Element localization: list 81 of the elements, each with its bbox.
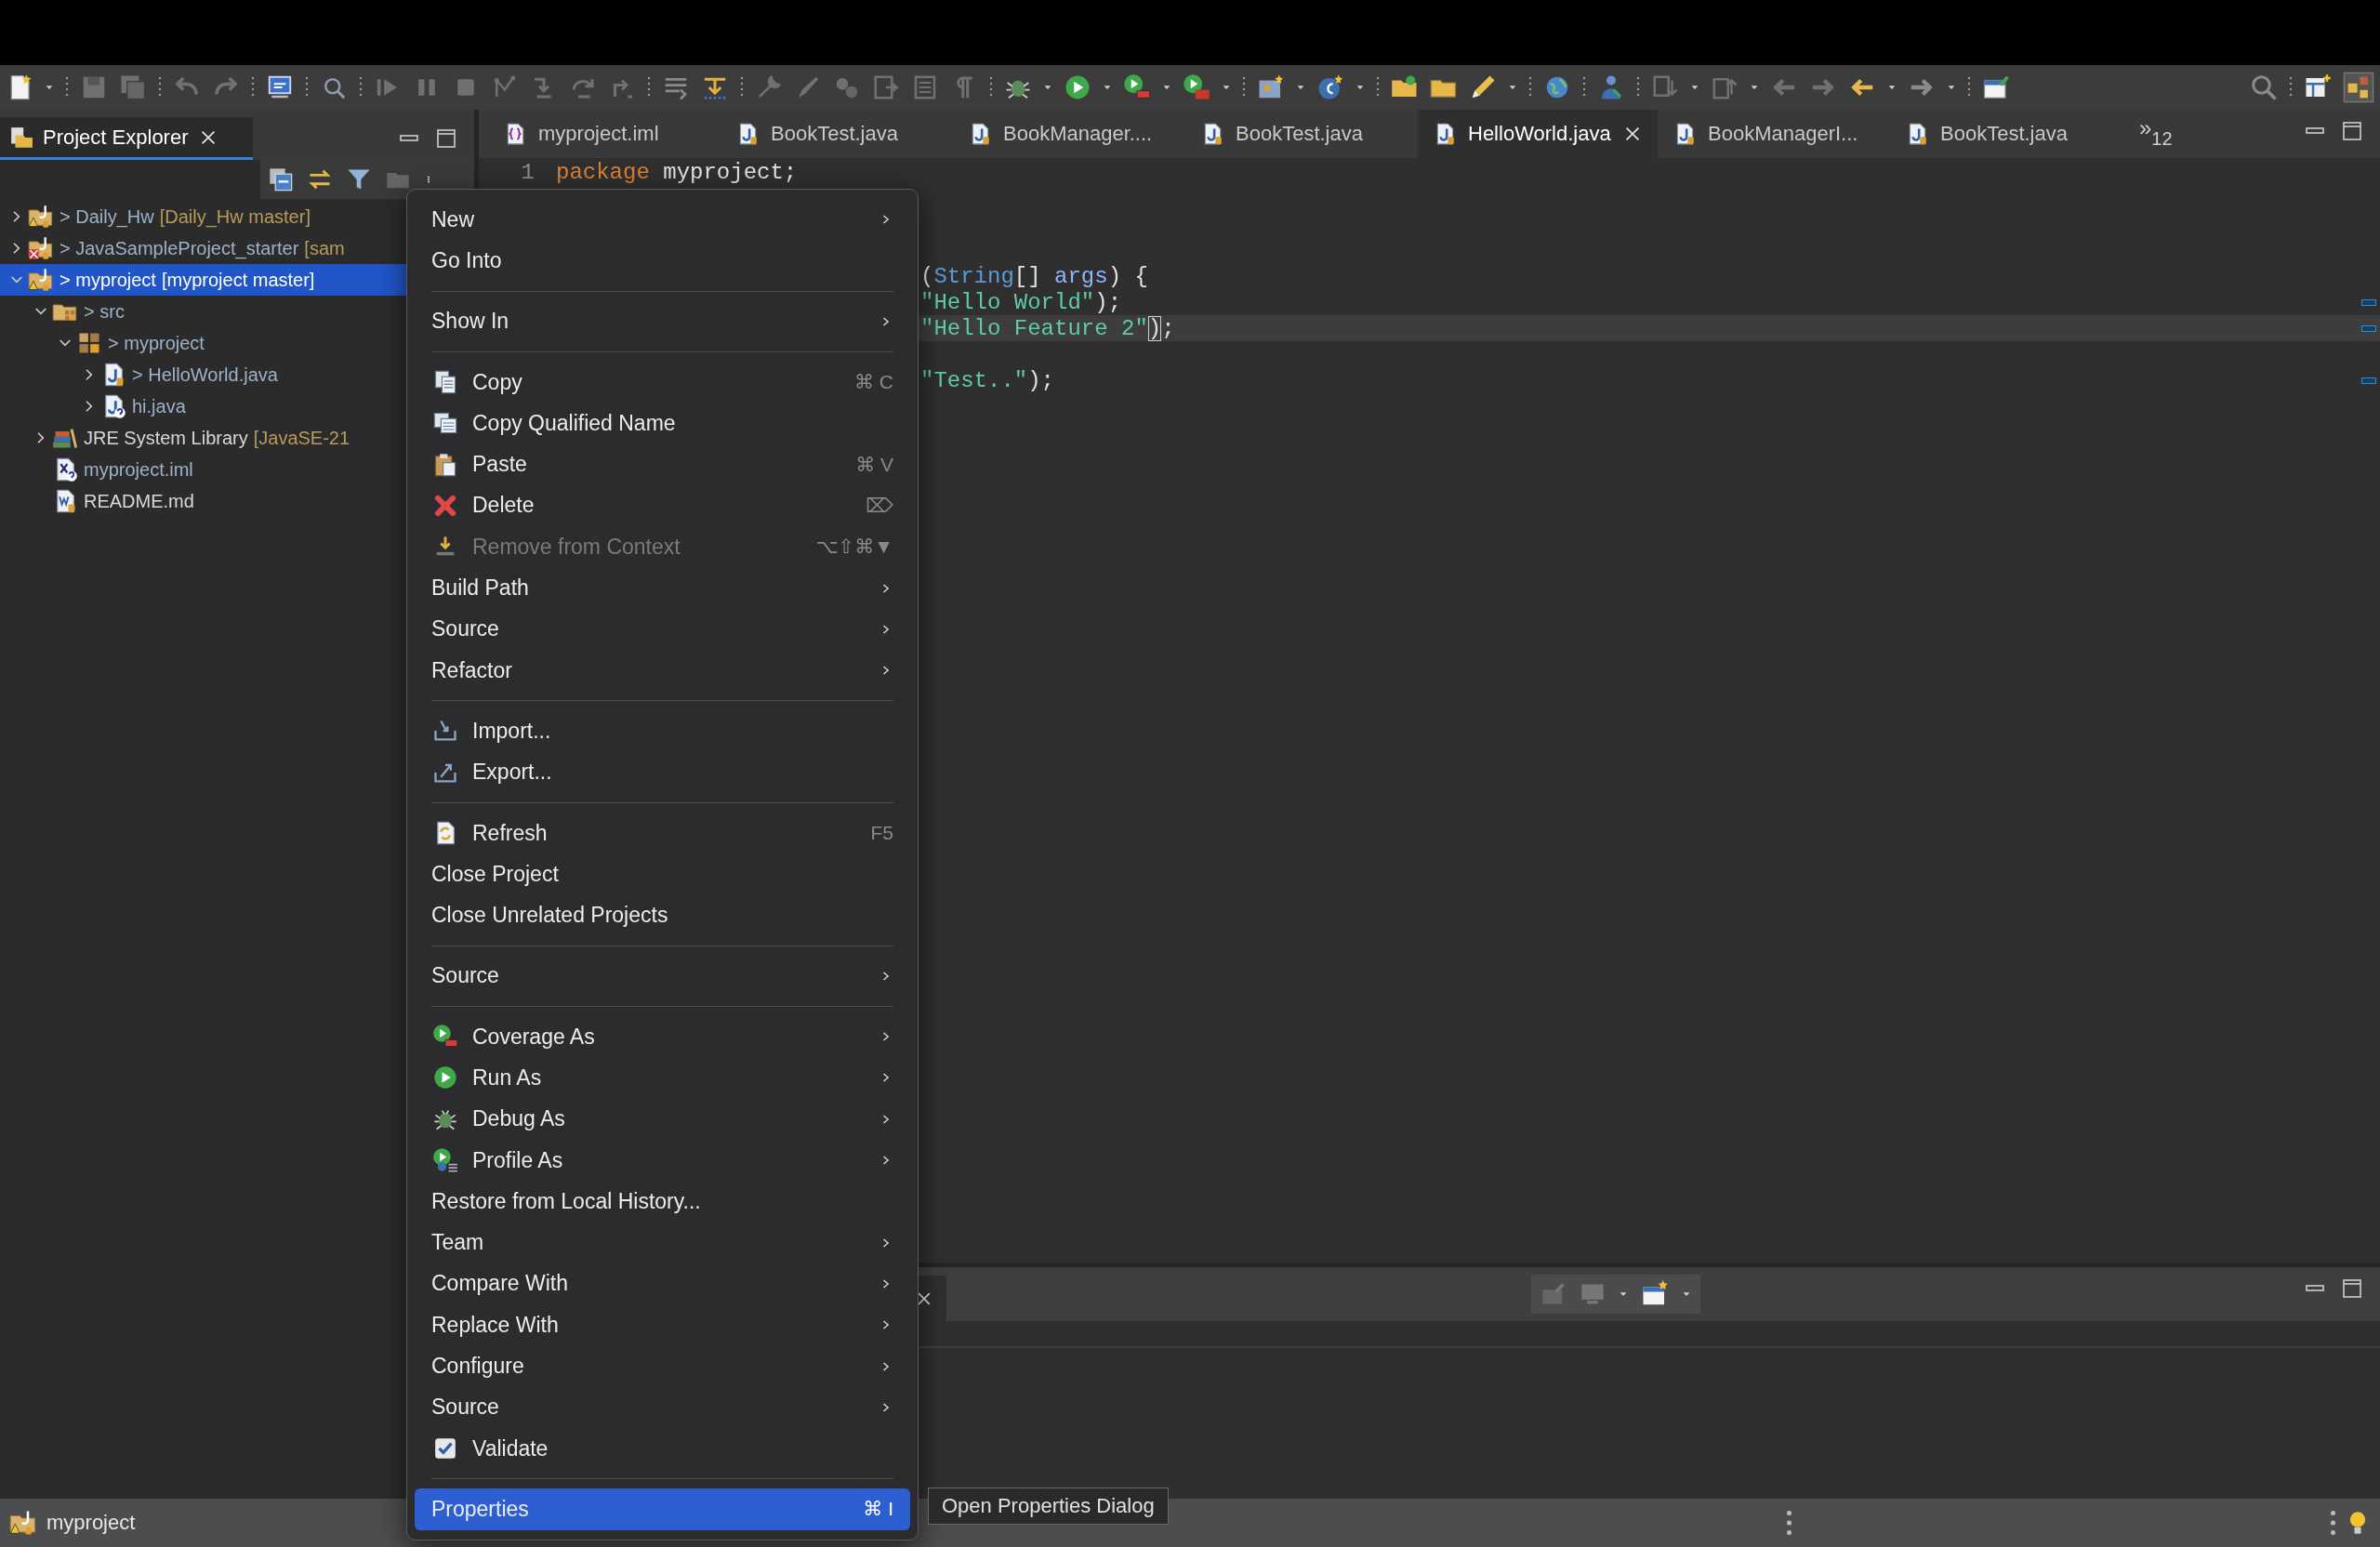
code-line: "Test.."); [920, 367, 1055, 393]
project-folder-icon [28, 235, 54, 261]
editor-tab[interactable]: BookTest.java [721, 110, 953, 158]
copy-icon [432, 369, 458, 396]
tree-label: README.md [84, 490, 194, 512]
toolbox-icon[interactable] [1183, 73, 1210, 101]
tree-label: > src [84, 300, 125, 323]
coverage-icon[interactable] [1123, 73, 1151, 101]
project-folder-icon [28, 204, 54, 230]
shortcut-label: ⌥⇧⌘▼ [815, 536, 893, 559]
code-line: "Hello World"); [920, 289, 1122, 315]
menu-item[interactable]: Refactor [415, 649, 910, 692]
editor-tab[interactable]: BookTest.java [1185, 110, 1418, 158]
maximize-icon[interactable] [2341, 1277, 2363, 1300]
tree-label: > JavaSampleProject_starter [60, 237, 299, 259]
shortcut-label: ⌦ [866, 494, 893, 517]
run-icon [432, 1064, 458, 1091]
editor-tab[interactable]: myproject.iml [488, 110, 721, 158]
tree-label: myproject.iml [84, 458, 193, 481]
tree-label: > myproject [60, 269, 156, 291]
git-decoration: [sam [304, 237, 345, 259]
tree-label: JRE System Library [84, 427, 248, 449]
menu-item[interactable]: Restore from Local History... [415, 1181, 910, 1223]
menu-item[interactable]: Configure [415, 1345, 910, 1387]
git-decoration: [JavaSE-21 [253, 427, 350, 449]
project-folder-icon [9, 1509, 37, 1537]
editor-tab[interactable]: BookManager.... [953, 110, 1185, 158]
shortcut-label: ⌘ C [854, 371, 893, 394]
menu-item[interactable]: Compare With [415, 1263, 910, 1305]
tree-label: > myproject [108, 332, 205, 354]
menu-item[interactable]: Profile As [415, 1139, 910, 1182]
status-label: myproject [46, 1511, 136, 1535]
clipboard-icon [432, 451, 458, 478]
grip-dots-icon [1787, 1511, 1792, 1535]
menu-item[interactable]: Build Path [415, 567, 910, 609]
line-number: 1 [520, 159, 535, 185]
menu-item[interactable]: Source [415, 608, 910, 650]
tooltip: Open Properties Dialog [928, 1488, 1169, 1525]
tree-label: hi.java [132, 395, 186, 417]
java-perspective-icon[interactable] [2343, 72, 2374, 103]
code-line: (String[] args) { [920, 263, 1148, 289]
git-decoration: [Daily_Hw master] [159, 205, 311, 228]
checkbox-icon[interactable] [433, 1436, 457, 1461]
menu-item[interactable]: Coverage As [415, 1016, 910, 1058]
run-icon[interactable] [1064, 73, 1091, 101]
git-decoration: [myproject master] [161, 269, 315, 291]
grip-dots-icon [2331, 1511, 2335, 1535]
maximize-icon[interactable] [435, 127, 457, 150]
editor-tab[interactable]: BookManagerI... [1658, 110, 1890, 158]
menu-item[interactable]: Source [415, 1386, 910, 1428]
code-line: package myproject; [556, 159, 798, 185]
class-icon[interactable] [1316, 73, 1344, 101]
menu-item[interactable]: Replace With [415, 1304, 910, 1346]
menu-item[interactable]: Export... [415, 751, 910, 793]
maximize-icon[interactable] [2341, 120, 2363, 142]
view-tab[interactable]: Project Explorer [0, 117, 253, 160]
menu-item[interactable]: Validate [415, 1428, 910, 1470]
code-line: "Hello Feature 2"); [920, 315, 1175, 341]
shortcut-label: ⌘ I [863, 1498, 893, 1521]
shortcut-label: F5 [870, 822, 893, 844]
menu-item[interactable]: Team [415, 1222, 910, 1263]
menu-item[interactable]: Import... [415, 710, 910, 752]
menu-item[interactable]: Debug As [415, 1098, 910, 1140]
profile-icon [432, 1147, 458, 1174]
collapse-all-icon[interactable] [268, 166, 294, 192]
menu-item[interactable]: Properties ⌘ I [415, 1488, 910, 1530]
menu-item[interactable]: Close Unrelated Projects [415, 894, 910, 936]
menu-item[interactable]: Close Project [415, 853, 910, 895]
editor-tab[interactable]: BookTest.java [1890, 110, 2122, 158]
menu-item[interactable]: New [415, 199, 910, 241]
window-icon[interactable] [1982, 73, 2010, 101]
menu-item[interactable]: Source [415, 955, 910, 998]
project-folder-icon [28, 267, 54, 293]
tree-label: > Daily_Hw [60, 205, 154, 228]
explorer-icon [9, 125, 33, 150]
shortcut-label: ⌘ V [855, 453, 893, 476]
menu-item[interactable]: Run As [415, 1057, 910, 1099]
editor-tab[interactable]: HelloWorld.java [1418, 110, 1658, 158]
tree-label: > HelloWorld.java [132, 364, 278, 386]
menu-item[interactable]: Refresh F5 [415, 812, 910, 854]
search-icon[interactable] [2250, 73, 2278, 101]
